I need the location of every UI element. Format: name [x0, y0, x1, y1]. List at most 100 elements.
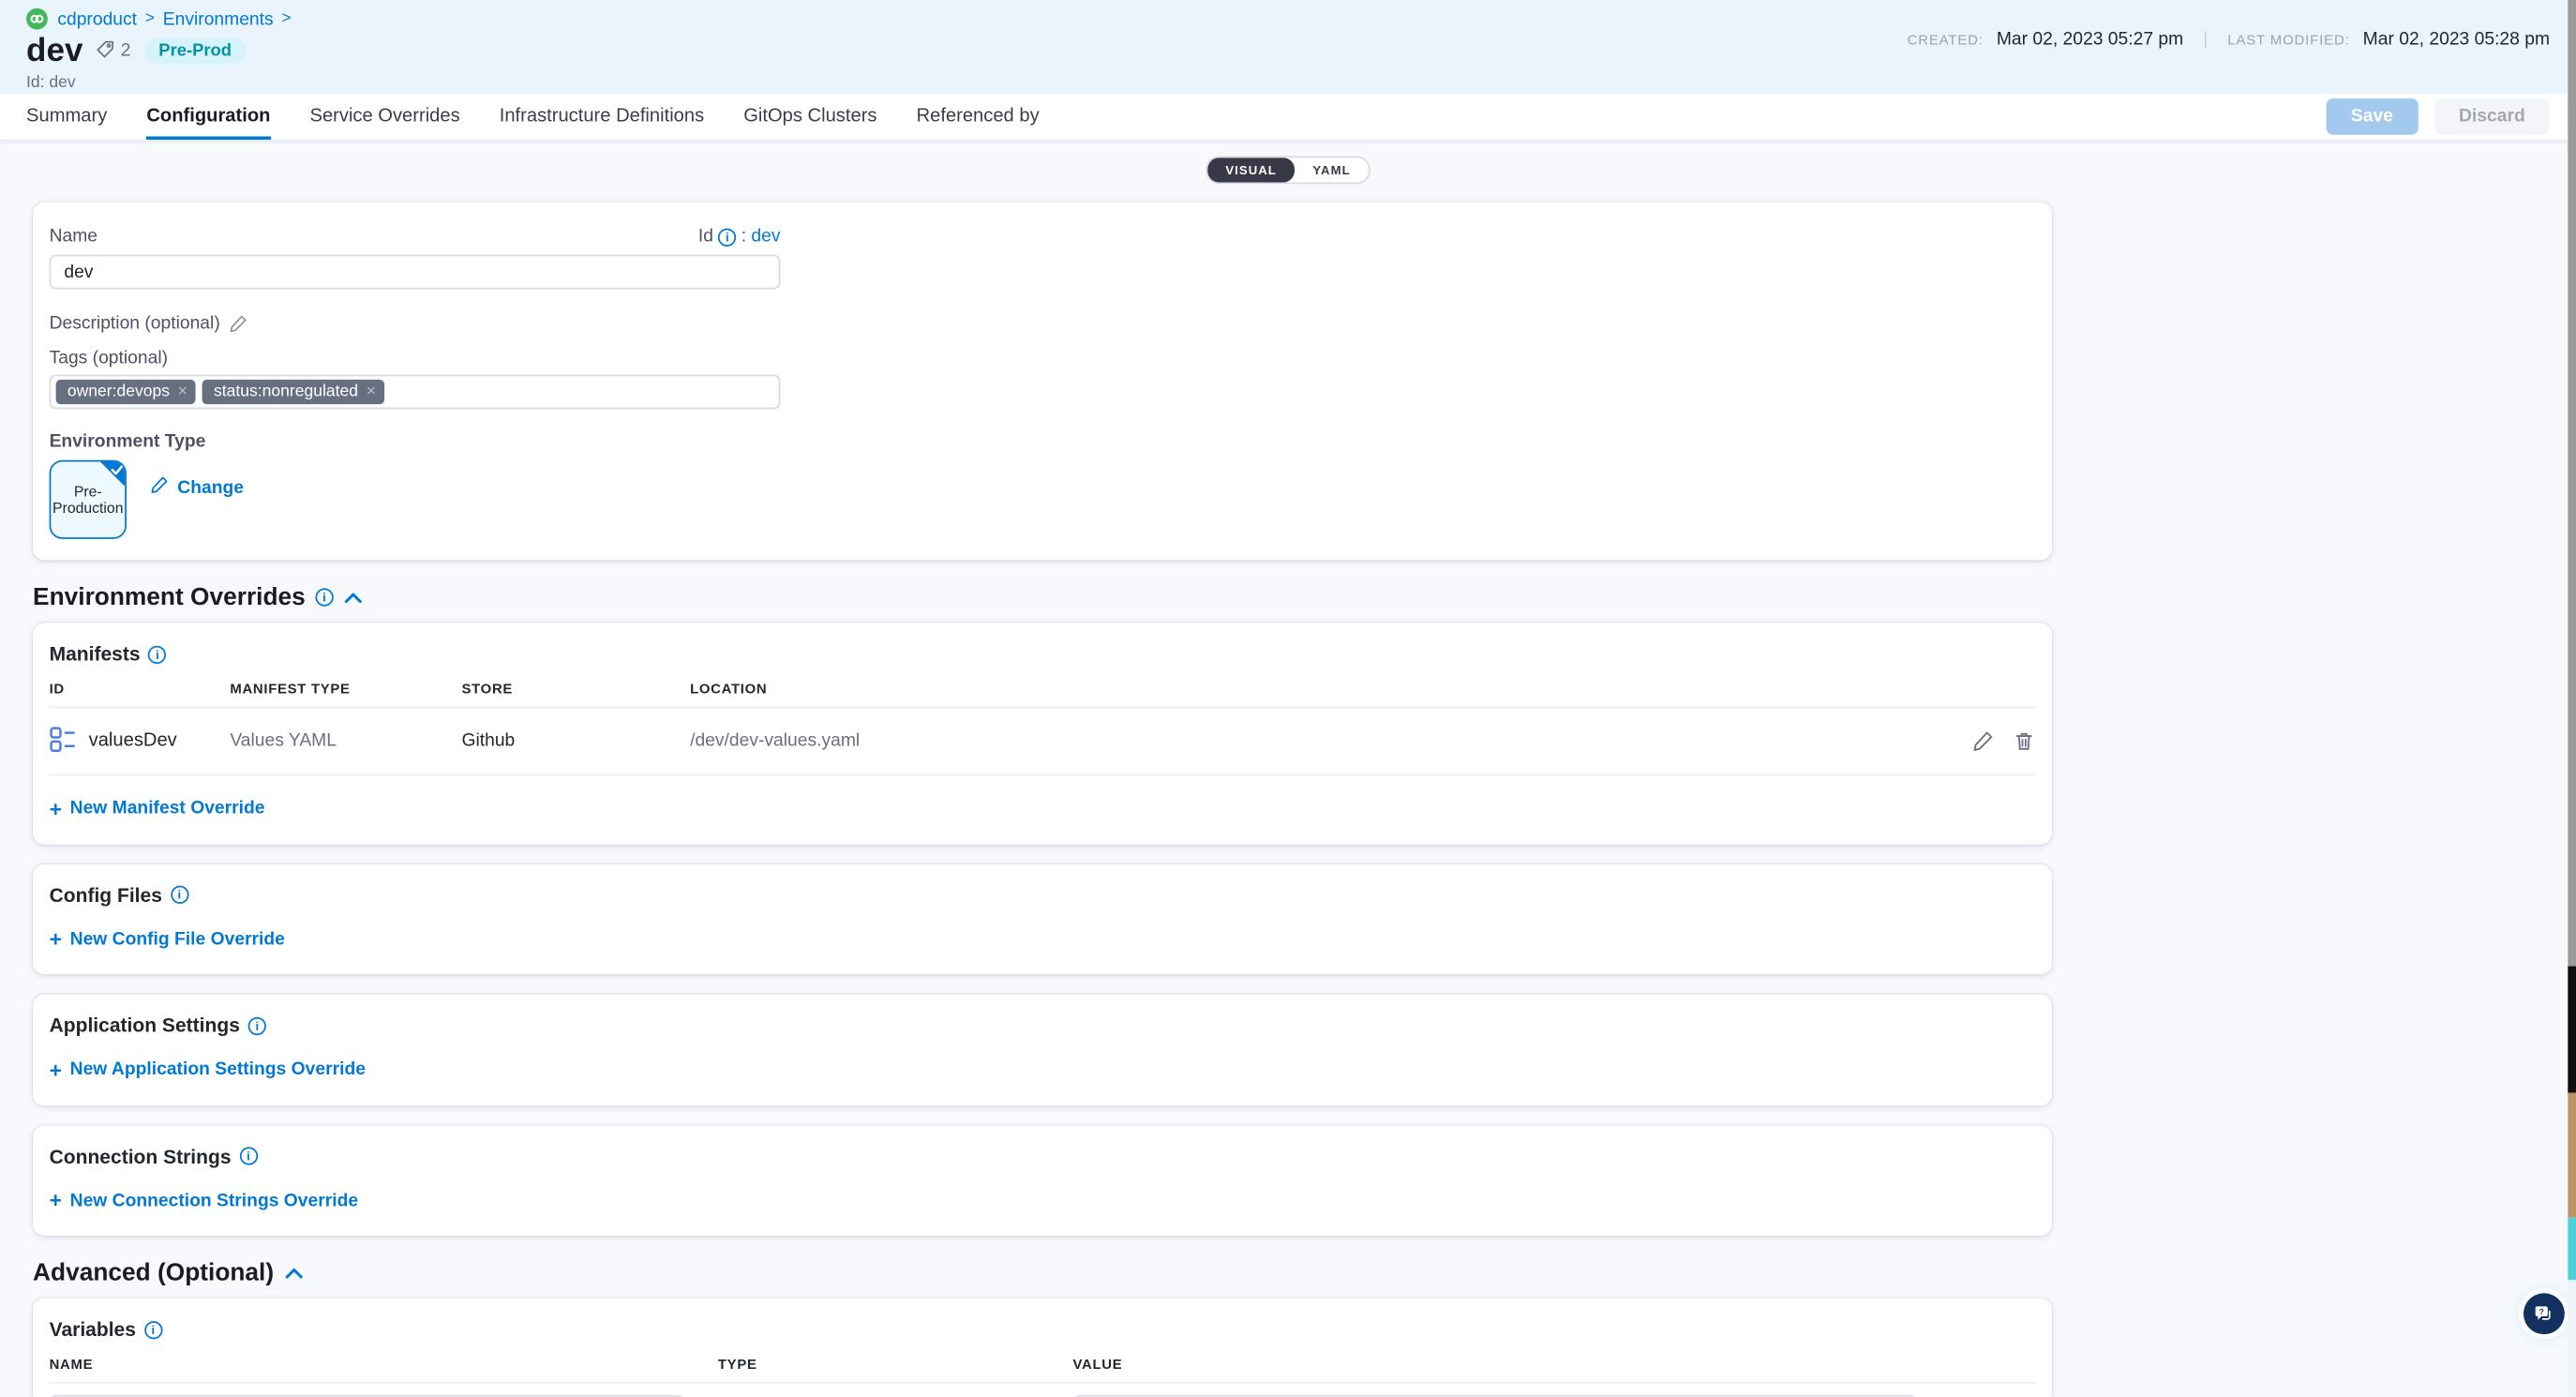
details-card: Name Id : dev Description (optional) Tag… — [33, 203, 2052, 561]
new-application-settings-override-button[interactable]: + New Application Settings Override — [50, 1059, 366, 1079]
id-colon: : — [741, 227, 746, 247]
name-label: Name — [50, 227, 97, 247]
breadcrumb: cdproduct > Environments > — [26, 8, 2550, 30]
modified-value: Mar 02, 2023 05:28 pm — [2363, 30, 2550, 50]
edit-manifest-icon[interactable] — [1971, 729, 1995, 753]
tab-configuration[interactable]: Configuration — [146, 94, 270, 140]
scrollbar-thumb[interactable] — [2568, 0, 2576, 967]
info-icon[interactable] — [718, 228, 736, 246]
chevron-up-icon[interactable] — [343, 590, 363, 605]
config-files-card: Config Files + New Config File Override — [33, 864, 2052, 974]
project-icon[interactable] — [26, 8, 48, 30]
edit-description-icon[interactable] — [229, 314, 248, 334]
tab-gitops-clusters[interactable]: GitOps Clusters — [743, 94, 876, 140]
variable-row: String — [50, 1395, 2036, 1397]
breadcrumb-separator-icon: > — [281, 10, 291, 28]
tab-service-overrides[interactable]: Service Overrides — [310, 94, 460, 140]
name-input[interactable] — [50, 255, 781, 290]
connection-strings-title: Connection Strings — [50, 1145, 232, 1168]
entity-id: Id: dev — [26, 74, 2550, 92]
variable-name-group — [50, 1395, 685, 1397]
modified-label: LAST MODIFIED: — [2227, 31, 2349, 48]
tab-referenced-by[interactable]: Referenced by — [917, 94, 1040, 140]
tag-icon — [96, 38, 115, 63]
created-value: Mar 02, 2023 05:27 pm — [1997, 30, 2183, 50]
new-manifest-override-button[interactable]: + New Manifest Override — [50, 799, 265, 819]
connection-strings-card: Connection Strings + New Connection Stri… — [33, 1125, 2052, 1236]
environment-configuration-page: cdproduct > Environments > dev 2 Pre-Pro… — [0, 0, 2576, 1397]
help-chat-button[interactable]: ? — [2524, 1293, 2565, 1334]
environment-type-label: Environment Type — [50, 432, 2036, 452]
variable-value-group — [1072, 1395, 1917, 1397]
tab-bar: Summary Configuration Service Overrides … — [0, 94, 2576, 142]
breadcrumb-link-project[interactable]: cdproduct — [57, 9, 137, 29]
tag-chip: status:nonregulated × — [202, 380, 384, 404]
application-settings-card: Application Settings + New Application S… — [33, 994, 2052, 1104]
info-icon[interactable] — [239, 1147, 257, 1164]
plus-icon: + — [50, 800, 62, 818]
check-icon — [110, 461, 125, 476]
manifests-card: Manifests ID MANIFEST TYPE STORE LOCATIO… — [33, 623, 2052, 844]
toggle-visual[interactable]: VISUAL — [1207, 158, 1295, 182]
chevron-up-icon[interactable] — [284, 1266, 304, 1281]
variables-title: Variables — [50, 1318, 136, 1342]
environment-overrides-heading: Environment Overrides — [33, 583, 2576, 611]
info-icon[interactable] — [315, 588, 333, 606]
new-config-file-override-button[interactable]: + New Config File Override — [50, 929, 285, 949]
save-button[interactable]: Save — [2327, 98, 2419, 135]
scrollbar-segment — [2568, 967, 2576, 1093]
variables-card: Variables NAME TYPE VALUE String — [33, 1299, 2052, 1397]
page-header: cdproduct > Environments > dev 2 Pre-Pro… — [0, 0, 2576, 94]
scrollbar-segment — [2568, 1092, 2576, 1217]
manifest-icon — [50, 726, 76, 757]
breadcrumb-link-environments[interactable]: Environments — [163, 9, 274, 29]
tag-chip: owner:devops × — [56, 380, 196, 404]
meta-divider: | — [2203, 30, 2208, 50]
config-files-title: Config Files — [50, 883, 162, 907]
new-connection-strings-override-button[interactable]: + New Connection Strings Override — [50, 1191, 359, 1210]
page-title: dev — [26, 35, 82, 68]
view-toggle: VISUAL YAML — [1206, 156, 1370, 184]
plus-icon: + — [50, 1192, 62, 1209]
plus-icon: + — [50, 930, 62, 948]
close-icon[interactable]: × — [178, 383, 187, 400]
application-settings-title: Application Settings — [50, 1014, 240, 1037]
chat-icon: ? — [2532, 1301, 2556, 1326]
pencil-icon — [149, 475, 169, 500]
variables-table-header: NAME TYPE VALUE — [50, 1356, 2036, 1382]
info-icon[interactable] — [171, 886, 188, 904]
tab-infrastructure-definitions[interactable]: Infrastructure Definitions — [500, 94, 704, 140]
id-group: Id : dev — [698, 227, 781, 247]
advanced-heading: Advanced (Optional) — [33, 1258, 2576, 1286]
toggle-yaml[interactable]: YAML — [1295, 158, 1369, 182]
breadcrumb-separator-icon: > — [145, 10, 155, 28]
id-label: Id — [698, 227, 713, 247]
info-icon[interactable] — [144, 1320, 162, 1338]
info-icon[interactable] — [148, 645, 166, 663]
svg-text:?: ? — [2539, 1307, 2544, 1316]
env-type-card-preproduction[interactable]: Pre-Production — [50, 460, 127, 539]
tags-input[interactable]: owner:devops × status:nonregulated × — [50, 375, 781, 410]
change-env-type-link[interactable]: Change — [149, 475, 244, 500]
viewport: cdproduct > Environments > dev 2 Pre-Pro… — [0, 0, 2576, 1397]
env-type-badge: Pre-Prod — [144, 38, 247, 64]
scrollbar — [2568, 0, 2576, 1397]
tab-summary[interactable]: Summary — [26, 94, 107, 140]
manifests-title: Manifests — [50, 642, 141, 666]
timestamps: CREATED: Mar 02, 2023 05:27 pm | LAST MO… — [1908, 30, 2550, 50]
manifests-table-header: ID MANIFEST TYPE STORE LOCATION — [50, 681, 2036, 707]
scrollbar-segment — [2568, 1218, 2576, 1281]
manifest-table-row: valuesDev Values YAML Github /dev/dev-va… — [50, 708, 2036, 774]
content-area: VISUAL YAML Name Id : dev Description (o… — [0, 142, 2576, 1397]
close-icon[interactable]: × — [367, 383, 376, 400]
discard-button[interactable]: Discard — [2434, 98, 2550, 135]
info-icon[interactable] — [248, 1016, 266, 1034]
delete-manifest-icon[interactable] — [2013, 729, 2036, 753]
created-label: CREATED: — [1908, 31, 1984, 48]
tags-label: Tags (optional) — [50, 349, 2036, 368]
tab-actions: Save Discard — [2327, 94, 2550, 140]
scrollbar-segment — [2568, 1280, 2576, 1396]
tag-count: 2 — [96, 38, 130, 63]
plus-icon: + — [50, 1060, 62, 1078]
id-value-link[interactable]: dev — [751, 227, 780, 247]
